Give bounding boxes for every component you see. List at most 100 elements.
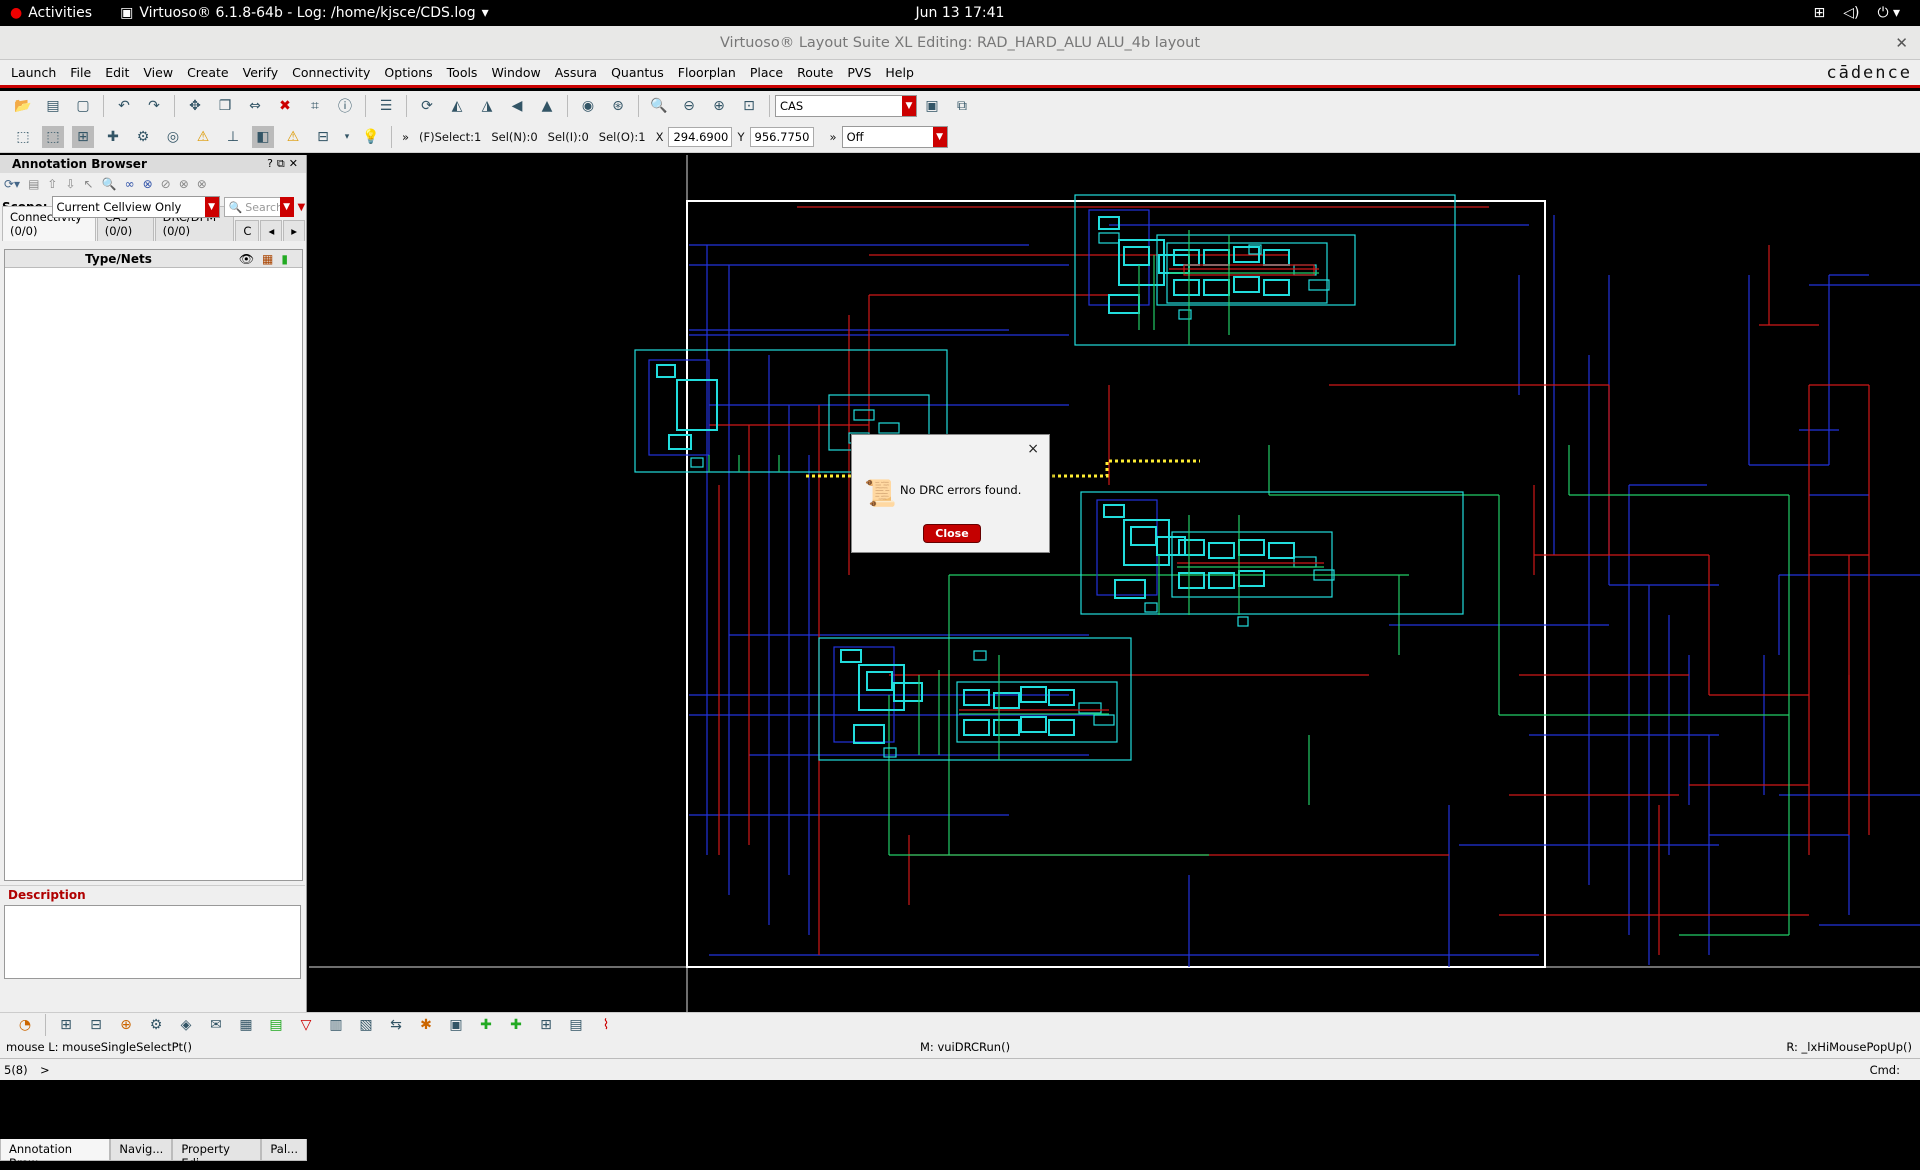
- waveform-icon[interactable]: ⌇: [595, 1014, 617, 1036]
- window-settings-icon[interactable]: ⧉: [951, 95, 973, 117]
- filter-menu-icon[interactable]: ▼: [298, 202, 306, 213]
- hierarchy-icon[interactable]: ◉: [577, 95, 599, 117]
- refresh-icon[interactable]: ⟳▾: [4, 177, 20, 191]
- delete-icon[interactable]: ✖: [274, 95, 296, 117]
- x-coordinate-field[interactable]: 294.6900: [668, 126, 733, 147]
- reshape-icon[interactable]: ⌗: [304, 95, 326, 117]
- menu-quantus[interactable]: Quantus: [604, 65, 671, 80]
- tool-13-icon[interactable]: ✱: [415, 1014, 437, 1036]
- select-icon[interactable]: ⬚: [12, 126, 34, 148]
- scope-select[interactable]: Current Cellview Only ▼: [51, 196, 220, 218]
- export-icon[interactable]: ▤: [28, 177, 39, 191]
- layer-palette-icon[interactable]: ◧: [252, 125, 274, 148]
- system-tray[interactable]: ⊞ ◁) ⏻ ▾: [1813, 5, 1900, 21]
- redo-icon[interactable]: ↷: [143, 95, 165, 117]
- tool-5-icon[interactable]: ◈: [175, 1014, 197, 1036]
- pointer-icon[interactable]: ↖: [84, 177, 94, 191]
- compass-icon[interactable]: ◔: [14, 1014, 36, 1036]
- description-box[interactable]: [4, 905, 301, 979]
- clear-icon[interactable]: ⊗: [179, 177, 189, 191]
- lightbulb-icon[interactable]: 💡: [360, 126, 382, 148]
- rotate-icon[interactable]: ⟳: [416, 95, 438, 117]
- descend-icon[interactable]: ⊛: [607, 95, 629, 117]
- cross-cursor-icon[interactable]: ✚: [102, 126, 124, 148]
- menu-launch[interactable]: Launch: [4, 65, 63, 80]
- open-folder-icon[interactable]: 📂: [12, 95, 34, 117]
- menu-tools[interactable]: Tools: [440, 65, 485, 80]
- dialog-close-icon[interactable]: ×: [1027, 441, 1039, 457]
- flip-vertical-icon[interactable]: ◮: [476, 95, 498, 117]
- command-prompt[interactable]: >: [40, 1063, 50, 1077]
- tool-8-icon[interactable]: ▤: [265, 1014, 287, 1036]
- properties-icon[interactable]: ⓘ: [334, 95, 356, 117]
- tool-6-icon[interactable]: ✉: [205, 1014, 227, 1036]
- up-icon[interactable]: ⇧: [47, 177, 57, 191]
- tool-15-icon[interactable]: ✚: [475, 1014, 497, 1036]
- tool-2-icon[interactable]: ⊟: [85, 1014, 107, 1036]
- flag-icon[interactable]: ▮: [281, 252, 296, 266]
- type-nets-column[interactable]: Type/Nets: [85, 252, 152, 266]
- copy-icon[interactable]: ❐: [214, 95, 236, 117]
- mirror-up-icon[interactable]: ▲: [536, 95, 558, 117]
- app-menu[interactable]: ▣ Virtuoso® 6.1.8-64b - Log: /home/kjsce…: [120, 5, 489, 21]
- menu-file[interactable]: File: [63, 65, 98, 80]
- tool-17-icon[interactable]: ⊞: [535, 1014, 557, 1036]
- tool-18-icon[interactable]: ▤: [565, 1014, 587, 1036]
- tool-7-icon[interactable]: ▦: [235, 1014, 257, 1036]
- close-button[interactable]: Close: [924, 525, 980, 542]
- panel-controls[interactable]: ?⧉✕: [267, 155, 302, 173]
- tool-3-icon[interactable]: ⊕: [115, 1014, 137, 1036]
- flip-horizontal-icon[interactable]: ◭: [446, 95, 468, 117]
- save-icon[interactable]: ▢: [72, 95, 94, 117]
- tab-palette[interactable]: Pal...: [261, 1139, 307, 1161]
- menu-verify[interactable]: Verify: [236, 65, 285, 80]
- tab-navigator[interactable]: Navig...: [110, 1139, 173, 1161]
- save-as-icon[interactable]: ▤: [42, 95, 64, 117]
- close-window-icon[interactable]: ✕: [1895, 26, 1908, 60]
- create-instance-icon[interactable]: ⊟: [312, 126, 334, 148]
- tab-more[interactable]: C: [235, 220, 260, 241]
- tool-11-icon[interactable]: ▧: [355, 1014, 377, 1036]
- menu-route[interactable]: Route: [790, 65, 840, 80]
- tool-4-icon[interactable]: ⚙: [145, 1014, 167, 1036]
- zoom-icon[interactable]: 🔍: [102, 177, 117, 191]
- mode-select[interactable]: CAS ▼: [775, 95, 917, 117]
- snap-icon[interactable]: ⊞: [72, 125, 94, 148]
- tab-annotation-browser[interactable]: Annotation Brow...: [0, 1139, 111, 1170]
- partial-select-icon[interactable]: ⬚: [42, 125, 64, 148]
- menu-view[interactable]: View: [136, 65, 180, 80]
- mirror-left-icon[interactable]: ◀: [506, 95, 528, 117]
- type-nets-tree[interactable]: Type/Nets 👁▦▮: [4, 249, 303, 881]
- error-marker-icon[interactable]: ⚠: [282, 126, 304, 148]
- undo-icon[interactable]: ↶: [113, 95, 135, 117]
- toolbar-overflow-2[interactable]: »: [830, 130, 837, 144]
- off-select[interactable]: Off ▼: [841, 125, 948, 148]
- menu-pvs[interactable]: PVS: [840, 65, 878, 80]
- align-icon[interactable]: ☰: [375, 95, 397, 117]
- menu-assura[interactable]: Assura: [548, 65, 604, 80]
- menu-options[interactable]: Options: [377, 65, 439, 80]
- y-coordinate-field[interactable]: 956.7750: [749, 126, 814, 147]
- tool-9-icon[interactable]: ▽: [295, 1014, 317, 1036]
- layout-canvas[interactable]: [309, 155, 1920, 1012]
- chevron-down-icon[interactable]: ▾: [342, 126, 352, 148]
- probe-icon[interactable]: ◎: [162, 126, 184, 148]
- menu-floorplan[interactable]: Floorplan: [671, 65, 743, 80]
- zoom-in-icon[interactable]: ⊕: [708, 95, 730, 117]
- menu-window[interactable]: Window: [484, 65, 547, 80]
- marker-icon[interactable]: ⊥: [222, 126, 244, 148]
- move-icon[interactable]: ✥: [184, 95, 206, 117]
- search-input[interactable]: 🔍 Search ▼: [223, 197, 294, 217]
- menu-connectivity[interactable]: Connectivity: [285, 65, 377, 80]
- tool-1-icon[interactable]: ⊞: [55, 1014, 77, 1036]
- menu-edit[interactable]: Edit: [98, 65, 136, 80]
- link-icon[interactable]: ∞: [125, 177, 135, 191]
- toolbar-overflow[interactable]: »: [402, 130, 409, 144]
- tool-16-icon[interactable]: ✚: [505, 1014, 527, 1036]
- menu-help[interactable]: Help: [878, 65, 921, 80]
- menu-create[interactable]: Create: [180, 65, 236, 80]
- visibility-icon[interactable]: 👁: [239, 252, 262, 266]
- unlink-icon[interactable]: ⊗: [143, 177, 153, 191]
- zoom-out-icon[interactable]: ⊖: [678, 95, 700, 117]
- drc-icon[interactable]: ⚙: [132, 126, 154, 148]
